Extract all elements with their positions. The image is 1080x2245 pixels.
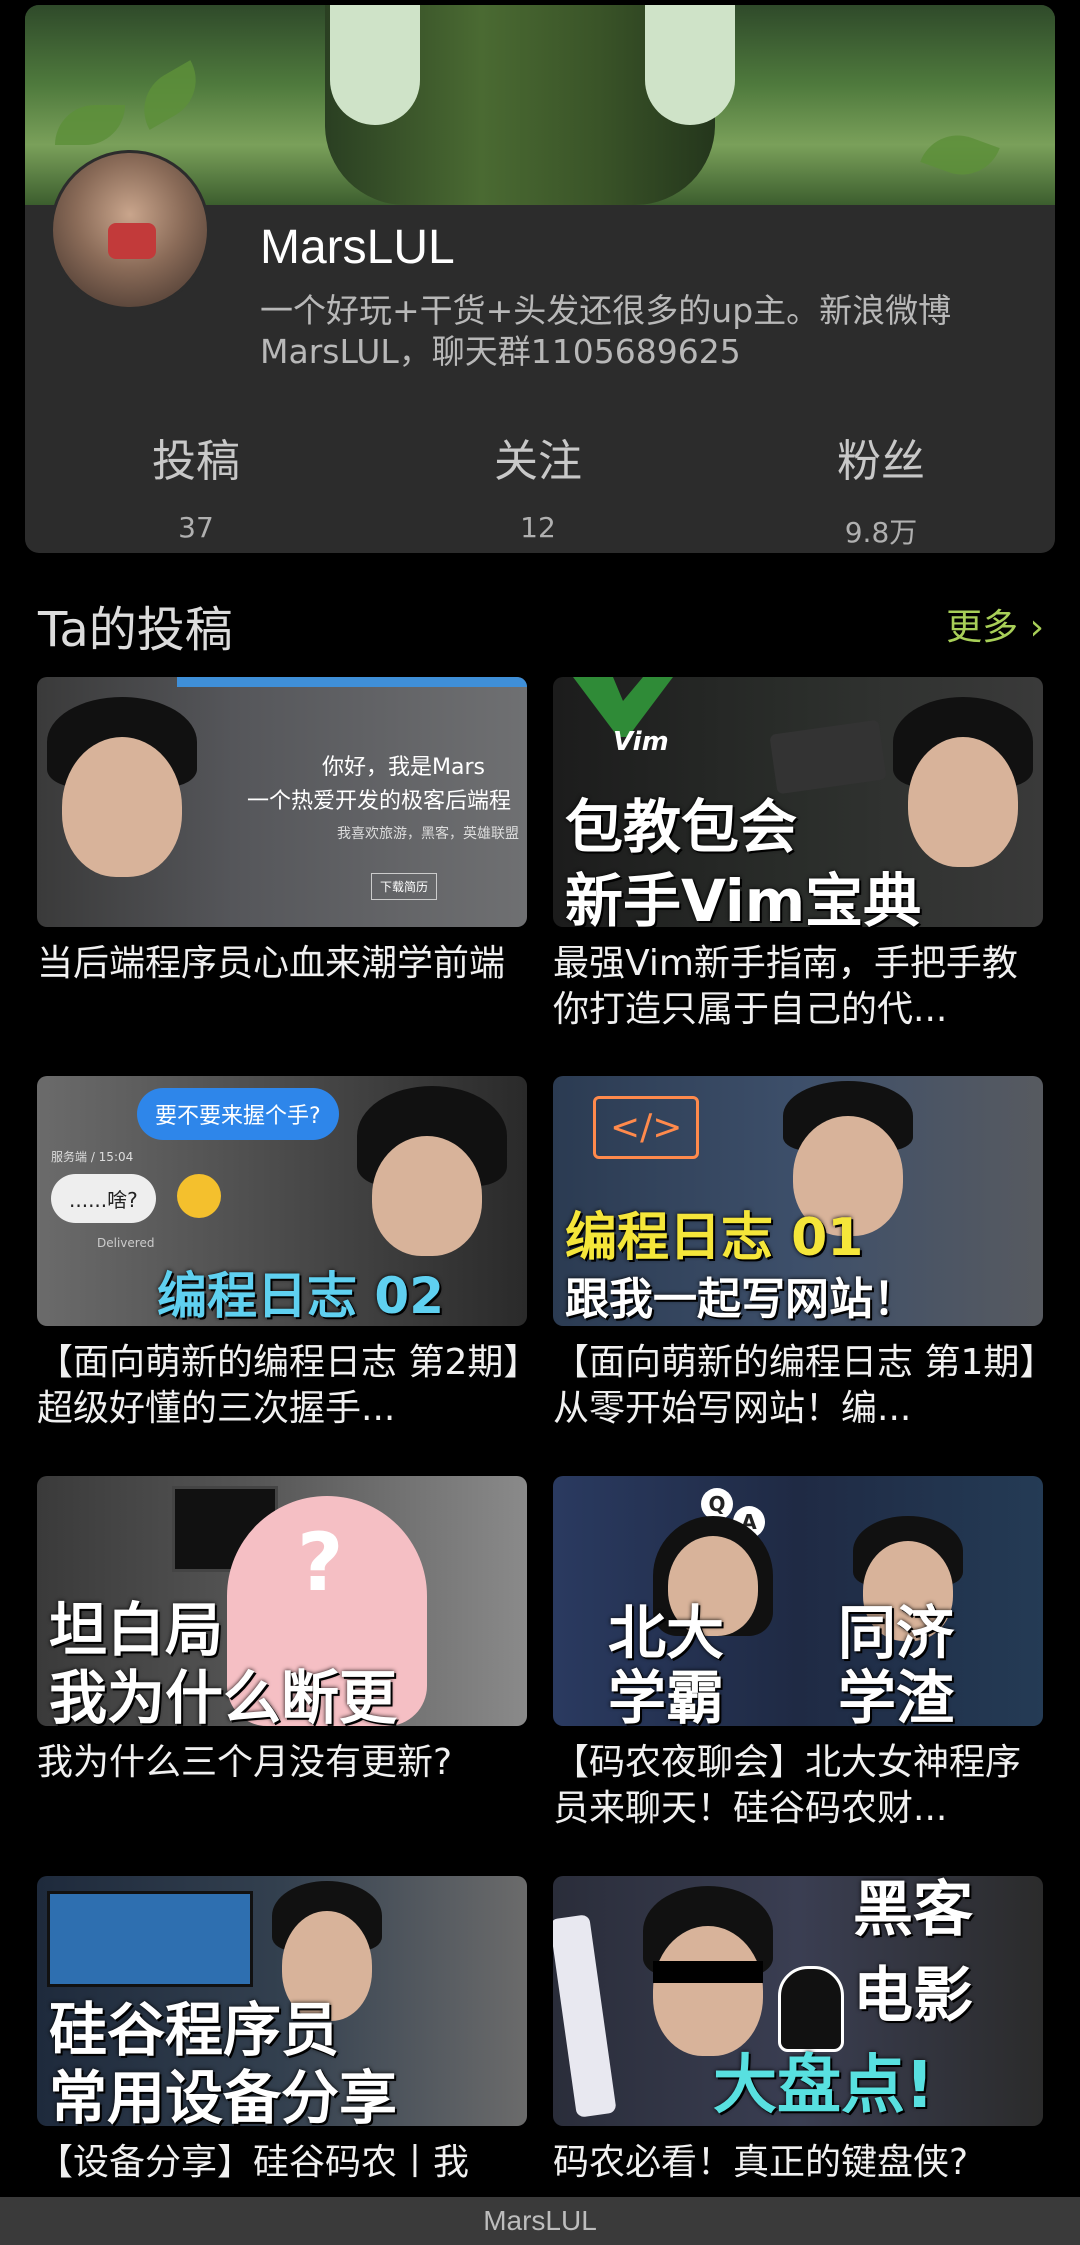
thumb-text: 学渣 bbox=[838, 1664, 955, 1726]
video-card[interactable]: Vim 包教包会 新手Vim宝典 最强Vim新手指南，手把手教你打造只属于自己的… bbox=[553, 677, 1043, 1033]
thumb-text: 常用设备分享 bbox=[49, 2064, 398, 2126]
video-thumbnail[interactable]: Vim 包教包会 新手Vim宝典 bbox=[553, 677, 1043, 927]
thumb-person-face bbox=[62, 737, 182, 877]
stat-label: 粉丝 bbox=[837, 436, 925, 487]
video-thumbnail[interactable]: 要不要来握个手? 服务端 / 15:04 ......啥? Delivered … bbox=[37, 1076, 527, 1326]
thumb-person-face bbox=[372, 1136, 482, 1256]
video-card[interactable]: 你好，我是Mars 一个热爱开发的极客后端程 我喜欢旅游，黑客，英雄联盟 下载简… bbox=[37, 677, 527, 1033]
video-thumbnail[interactable]: 黑客 电影 大盘点! bbox=[553, 1876, 1043, 2126]
avatar-detail bbox=[108, 223, 156, 259]
thumb-text: 同济 bbox=[838, 1599, 955, 1667]
video-thumbnail[interactable]: </> 编程日志 01 跟我一起写网站！ bbox=[553, 1076, 1043, 1326]
banner-leaf bbox=[920, 124, 1000, 186]
thumb-text: 编程日志 01 bbox=[565, 1208, 864, 1268]
stat-value: 37 bbox=[178, 511, 214, 544]
video-card[interactable]: ? 坦白局 我为什么断更 我为什么三个月没有更新? bbox=[37, 1476, 527, 1832]
video-card[interactable]: 硅谷程序员 常用设备分享 【设备分享】硅谷码农丨我 bbox=[37, 1876, 527, 2186]
thumb-person-face bbox=[908, 737, 1018, 867]
video-title[interactable]: 我为什么三个月没有更新? bbox=[37, 1740, 527, 1832]
stat-following[interactable]: 关注 12 bbox=[438, 425, 638, 544]
video-title[interactable]: 码农必看！真正的键盘侠? bbox=[553, 2140, 1043, 2186]
video-title[interactable]: 【面向萌新的编程日志 第1期】从零开始写网站！编... bbox=[553, 1340, 1043, 1432]
video-card[interactable]: </> 编程日志 01 跟我一起写网站！ 【面向萌新的编程日志 第1期】从零开始… bbox=[553, 1076, 1043, 1432]
video-thumbnail[interactable]: ? 坦白局 我为什么断更 bbox=[37, 1476, 527, 1726]
sunglasses-icon bbox=[653, 1961, 763, 1983]
code-tag-icon: </> bbox=[593, 1096, 700, 1159]
video-thumbnail[interactable]: 硅谷程序员 常用设备分享 bbox=[37, 1876, 527, 2126]
thinking-emoji-icon bbox=[177, 1174, 221, 1218]
video-title[interactable]: 【码农夜聊会】北大女神程序员来聊天！硅谷码农财... bbox=[553, 1740, 1043, 1832]
banner-figure-right bbox=[645, 5, 735, 125]
thumb-text: 下载简历 bbox=[371, 873, 438, 900]
video-card[interactable]: Q A 北大 学霸 同济 学渣 【码农夜聊会】北大女神程序员来聊天！硅谷码农财.… bbox=[553, 1476, 1043, 1832]
video-card[interactable]: 要不要来握个手? 服务端 / 15:04 ......啥? Delivered … bbox=[37, 1076, 527, 1432]
stat-value: 12 bbox=[520, 511, 556, 544]
thumb-text: 我为什么断更 bbox=[49, 1664, 398, 1726]
thumb-text: 硅谷程序员 bbox=[49, 1996, 340, 2064]
chat-bubble-outgoing: 要不要来握个手? bbox=[137, 1088, 339, 1140]
thumb-text: 学霸 bbox=[608, 1664, 725, 1726]
thumb-text: Vim bbox=[613, 727, 669, 757]
hacker-icon bbox=[778, 1966, 844, 2052]
thumb-text: 我喜欢旅游，黑客，英雄联盟 bbox=[337, 826, 519, 842]
thumb-person-face bbox=[653, 1926, 763, 2056]
thumb-text: 黑客 bbox=[853, 1876, 973, 1945]
thumb-text: 服务端 / 15:04 bbox=[51, 1150, 134, 1164]
video-thumbnail[interactable]: Q A 北大 学霸 同济 学渣 bbox=[553, 1476, 1043, 1726]
thumb-monitor bbox=[47, 1891, 253, 1987]
banner-leaf bbox=[129, 60, 211, 130]
stat-label: 关注 bbox=[494, 436, 582, 487]
chat-bubble-incoming: ......啥? bbox=[51, 1174, 156, 1223]
profile-username: MarsLUL bbox=[260, 221, 455, 274]
video-title[interactable]: 【面向萌新的编程日志 第2期】超级好懂的三次握手... bbox=[37, 1340, 527, 1432]
bottom-username-bar: MarsLUL bbox=[0, 2197, 1080, 2245]
thumb-text: 北大 bbox=[608, 1599, 725, 1667]
more-link[interactable]: 更多 › bbox=[946, 598, 1044, 650]
thumb-text: 包教包会 bbox=[565, 793, 798, 861]
banner-leaf bbox=[55, 105, 125, 145]
video-card[interactable]: 黑客 电影 大盘点! 码农必看！真正的键盘侠? bbox=[553, 1876, 1043, 2186]
thumb-text: 一个热爱开发的极客后端程 bbox=[247, 789, 512, 814]
video-thumbnail[interactable]: 你好，我是Mars 一个热爱开发的极客后端程 我喜欢旅游，黑客，英雄联盟 下载简… bbox=[37, 677, 527, 927]
thumb-keyboard bbox=[553, 1914, 617, 2118]
video-title[interactable]: 【设备分享】硅谷码农丨我 bbox=[37, 2140, 527, 2186]
stat-posts[interactable]: 投稿 37 bbox=[96, 425, 296, 544]
thumb-text: 跟我一起写网站！ bbox=[565, 1274, 917, 1325]
thumb-text: 大盘点! bbox=[713, 2049, 935, 2123]
video-title[interactable]: 当后端程序员心血来潮学前端 bbox=[37, 941, 527, 1033]
thumb-text: 编程日志 02 bbox=[157, 1267, 444, 1325]
thumb-text: 坦白局 bbox=[49, 1596, 224, 1664]
stat-followers[interactable]: 粉丝 9.8万 bbox=[781, 425, 981, 551]
profile-bio: 一个好玩+干货+头发还很多的up主。新浪微博MarsLUL，聊天群1105689… bbox=[260, 291, 952, 371]
thumb-keyboard bbox=[769, 719, 887, 795]
thumb-text: 电影 bbox=[853, 1961, 973, 2031]
stat-label: 投稿 bbox=[152, 436, 240, 487]
video-title[interactable]: 最强Vim新手指南，手把手教你打造只属于自己的代... bbox=[553, 941, 1043, 1033]
thumb-browser-bar bbox=[177, 677, 527, 687]
section-title: Ta的投稿 bbox=[38, 602, 233, 658]
avatar[interactable] bbox=[50, 150, 210, 310]
thumb-text: Delivered bbox=[97, 1236, 155, 1250]
banner-figure-left bbox=[330, 5, 420, 125]
stat-value: 9.8万 bbox=[844, 516, 918, 549]
thumb-text: 你好，我是Mars bbox=[322, 755, 485, 780]
thumb-question-mark: ? bbox=[297, 1516, 344, 1609]
thumb-text: 新手Vim宝典 bbox=[565, 867, 922, 927]
